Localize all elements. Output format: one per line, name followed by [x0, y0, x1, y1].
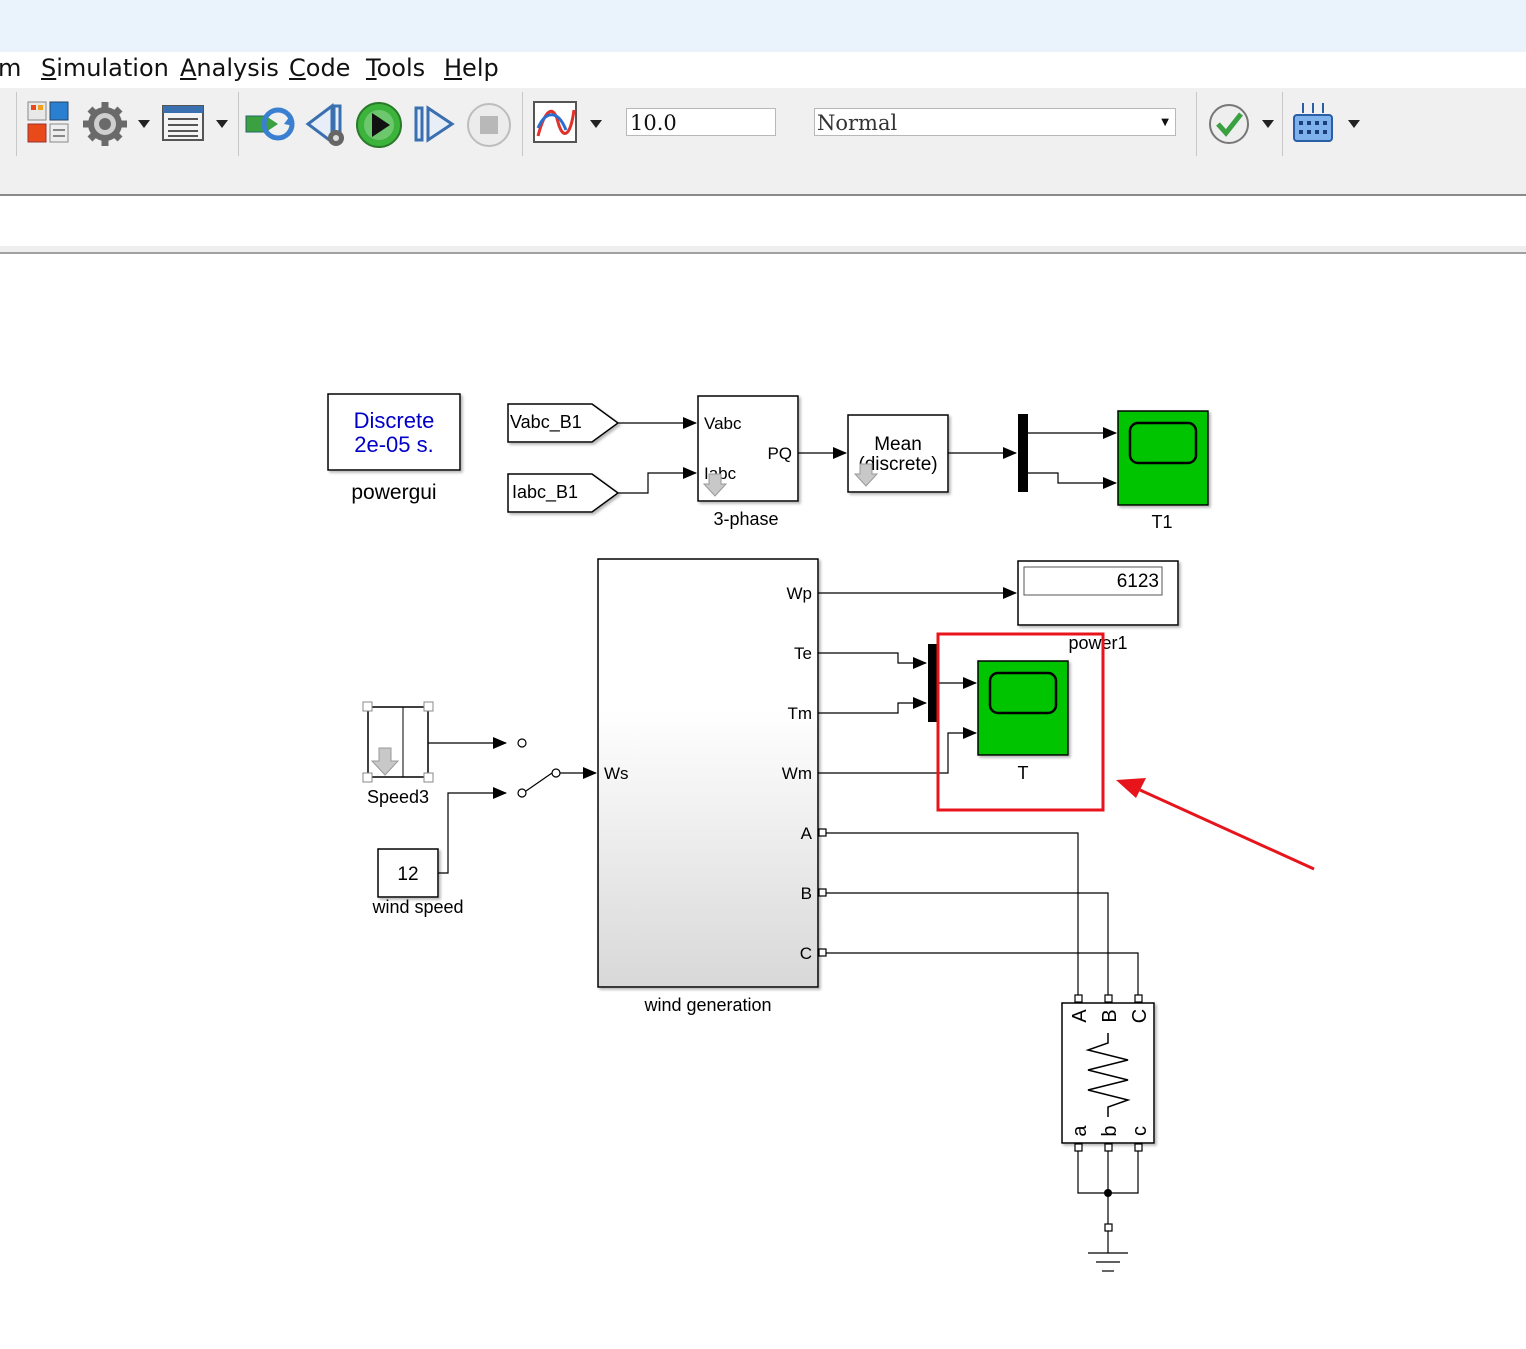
annotation-arrow: [1116, 778, 1315, 871]
port-te: Te: [794, 644, 812, 663]
pq-in-vabc: Vabc: [704, 414, 742, 433]
powergui-label: powergui: [351, 481, 436, 504]
from-vabc-block[interactable]: Vabc_B1: [507, 403, 620, 443]
powergui-sample-time: 2e-05 s.: [354, 432, 434, 457]
powergui-block[interactable]: Discrete 2e-05 s.: [327, 393, 461, 471]
speed3-block[interactable]: [362, 701, 434, 783]
scope-t-label: T: [1018, 763, 1029, 783]
from-vabc-label: Vabc_B1: [510, 412, 582, 433]
scope-t1-label: T1: [1151, 512, 1172, 532]
pq-measurement-block[interactable]: Vabc Iabc PQ: [697, 395, 799, 502]
wind-speed-label: wind speed: [371, 897, 463, 917]
neutral-junction: [1104, 1189, 1112, 1197]
load-port-c-lower: c: [1129, 1126, 1151, 1136]
port-c: C: [800, 944, 812, 963]
scope-t1-block[interactable]: [1117, 410, 1209, 506]
scope-t-block[interactable]: [977, 660, 1069, 756]
speed3-label: Speed3: [367, 787, 429, 807]
wind-speed-constant-block[interactable]: 12: [377, 848, 439, 898]
model-canvas: Discrete 2e-05 s. powergui Vabc_B1 Iabc_…: [327, 393, 1315, 1272]
manual-switch-block[interactable]: [428, 737, 597, 874]
ground-connection: [1077, 1151, 1139, 1272]
port-b: B: [801, 884, 812, 903]
pq-out: PQ: [767, 444, 792, 463]
display-value: 6123: [1117, 571, 1159, 592]
pq-label: 3-phase: [713, 509, 778, 529]
load-port-b-lower: b: [1099, 1125, 1121, 1136]
from-iabc-block[interactable]: Iabc_B1: [507, 473, 620, 513]
port-wm: Wm: [782, 764, 812, 783]
load-port-c: C: [1129, 1009, 1151, 1023]
port-tm: Tm: [787, 704, 812, 723]
mux-block-top[interactable]: [1018, 414, 1028, 492]
from-iabc-label: Iabc_B1: [512, 482, 578, 503]
port-ws: Ws: [604, 764, 629, 783]
wind-generation-label: wind generation: [643, 995, 771, 1015]
port-a: A: [801, 824, 813, 843]
wind-generation-subsystem[interactable]: Ws Wp Te Tm Wm A B C: [597, 558, 827, 988]
wind-speed-value: 12: [397, 864, 418, 885]
display-label: power1: [1068, 633, 1127, 653]
powergui-mode: Discrete: [354, 408, 435, 433]
load-port-a: A: [1069, 1009, 1091, 1023]
load-port-b: B: [1099, 1009, 1121, 1022]
three-phase-load-block[interactable]: A B C a b c: [1061, 994, 1155, 1152]
port-wp: Wp: [787, 584, 813, 603]
load-port-a-lower: a: [1069, 1125, 1091, 1137]
mean-block[interactable]: Mean (discrete): [847, 414, 949, 493]
mean-line1: Mean: [874, 434, 922, 455]
display-power1-block[interactable]: 6123: [1017, 560, 1179, 626]
